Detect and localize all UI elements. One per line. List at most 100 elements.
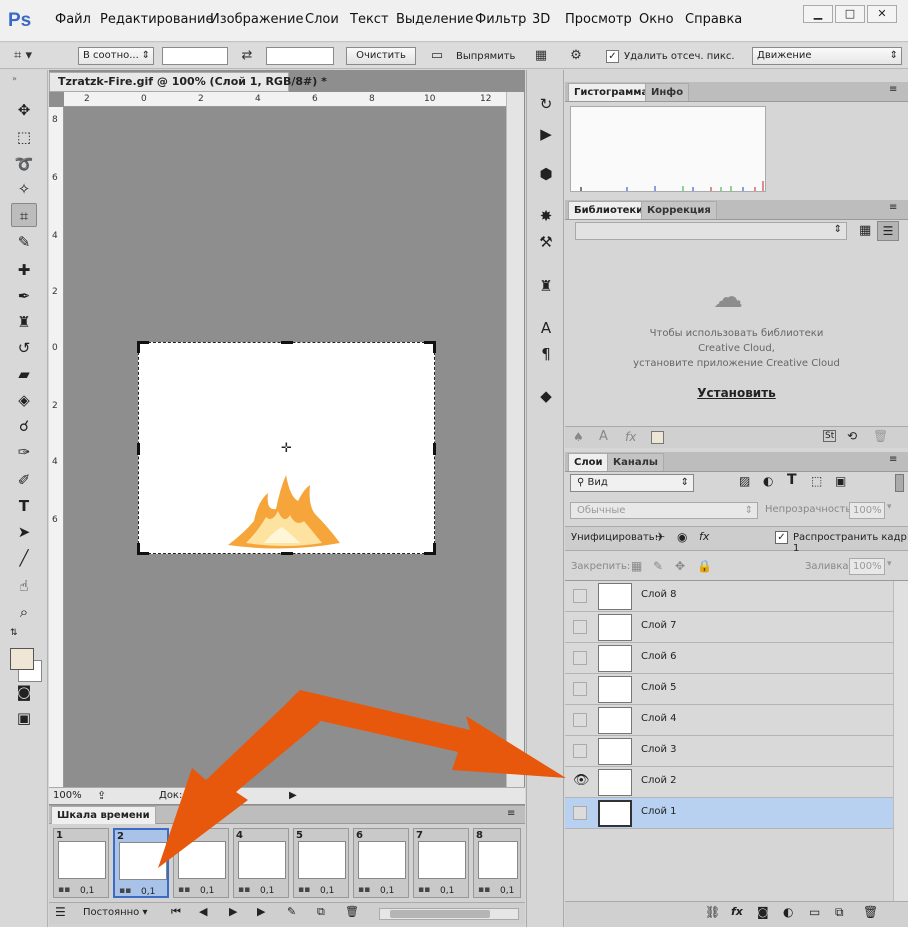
close-button[interactable]: ✕	[867, 5, 897, 23]
layer-name[interactable]: Слой 6	[641, 651, 677, 662]
add-graphic-icon[interactable]: ♠	[573, 430, 584, 444]
sync-icon[interactable]: ⟲	[847, 429, 857, 443]
crop-tool-preset-icon[interactable]: ⌗ ▾	[8, 47, 38, 65]
menu-help[interactable]: Справка	[685, 12, 742, 27]
gear-icon[interactable]: ⚙	[565, 47, 587, 65]
menu-edit[interactable]: Редактирование	[100, 12, 213, 27]
frame-duration[interactable]: 0,1	[500, 886, 514, 896]
minimize-button[interactable]: ▁	[803, 5, 833, 23]
timeline-frame[interactable]: 6 ▪▪ 0,1	[353, 828, 409, 898]
new-layer-icon[interactable]: ⧉	[835, 905, 844, 920]
frame-duration[interactable]: 0,1	[320, 886, 334, 896]
lock-transparency-icon[interactable]: ▦	[631, 559, 642, 573]
previous-frame-icon[interactable]: ◀	[199, 905, 207, 918]
propagate-checkbox[interactable]: ✓	[775, 531, 788, 544]
history-brush-tool-icon[interactable]: ↺	[11, 336, 37, 360]
foreground-color-swatch[interactable]	[10, 648, 34, 670]
layer-name[interactable]: Слой 2	[641, 775, 677, 786]
eyedropper-tool-icon[interactable]: ✎	[11, 230, 37, 254]
play-icon[interactable]: ▶	[229, 905, 237, 918]
layer-row[interactable]: Слой 3	[565, 736, 893, 767]
crop-handle[interactable]	[137, 543, 149, 555]
layer-row[interactable]: Слой 7	[565, 612, 893, 643]
timeline-scrollbar[interactable]	[379, 908, 519, 920]
paint-bucket-tool-icon[interactable]: ◈	[11, 388, 37, 412]
layers-scrollbar[interactable]	[893, 581, 908, 901]
new-group-icon[interactable]: ▭	[809, 905, 820, 919]
pen-tool-icon[interactable]: ✐	[11, 468, 37, 492]
document-tab[interactable]: Tzratzk-Fire.gif @ 100% (Слой 1, RGB/8#)…	[49, 72, 327, 92]
layer-name[interactable]: Слой 1	[641, 806, 677, 817]
trash-icon[interactable]: 🗑	[345, 905, 359, 918]
tab-histogram[interactable]: Гистограмма	[568, 83, 655, 101]
frame-disposal-icon[interactable]: ▪▪	[58, 885, 70, 895]
menu-view[interactable]: Просмотр	[565, 12, 632, 27]
add-text-icon[interactable]: A	[599, 429, 608, 444]
lasso-tool-icon[interactable]: ➰	[11, 152, 37, 176]
history-icon[interactable]: ↻	[532, 92, 560, 116]
frame-disposal-icon[interactable]: ▪▪	[478, 885, 490, 895]
swap-colors-icon[interactable]: ⇅	[10, 628, 18, 638]
clone-source-icon[interactable]: ♜	[532, 274, 560, 298]
cube-icon[interactable]: ◆	[532, 384, 560, 408]
layer-row[interactable]: Слой 4	[565, 705, 893, 736]
crop-handle[interactable]	[424, 543, 436, 555]
dodge-tool-icon[interactable]: ☌	[11, 414, 37, 438]
magic-wand-tool-icon[interactable]: ✧	[11, 177, 37, 201]
loop-select[interactable]: Постоянно ▾	[83, 907, 148, 918]
actions-play-icon[interactable]: ▶	[532, 122, 560, 146]
straighten-icon[interactable]: ▭	[426, 47, 448, 65]
layer-row[interactable]: Слой 8	[565, 581, 893, 612]
panel-menu-icon[interactable]: ≡	[507, 808, 515, 819]
panel-grip-icon[interactable]: »	[12, 74, 17, 83]
type-tool-icon[interactable]: T	[11, 494, 37, 518]
trash-icon[interactable]: 🗑	[863, 905, 878, 919]
layer-style-icon[interactable]: fx	[731, 905, 743, 918]
trash-icon[interactable]: 🗑	[873, 429, 888, 443]
image-canvas[interactable]: ✛	[137, 341, 436, 555]
timeline-frame[interactable]: 2 ▪▪ 0,1	[113, 828, 169, 898]
play-arrow-icon[interactable]: ▶	[289, 788, 297, 803]
crop-handle[interactable]	[137, 341, 149, 353]
opacity-input[interactable]: 100%	[849, 502, 885, 519]
layer-filter-select[interactable]: ⚲ Вид ⇕	[570, 474, 694, 492]
marquee-tool-icon[interactable]: ⬚	[11, 125, 37, 149]
menu-image[interactable]: Изображение	[210, 12, 303, 27]
frame-disposal-icon[interactable]: ▪▪	[119, 886, 131, 896]
layer-name[interactable]: Слой 4	[641, 713, 677, 724]
screen-mode-icon[interactable]: ▣	[11, 706, 37, 730]
layer-visibility-toggle[interactable]	[573, 806, 587, 820]
unify-style-icon[interactable]: fx	[699, 530, 709, 543]
layer-name[interactable]: Слой 7	[641, 620, 677, 631]
paragraph-icon[interactable]: ¶	[532, 342, 560, 366]
menu-3d[interactable]: 3D	[532, 12, 550, 27]
duplicate-frame-icon[interactable]: ⧉	[317, 905, 325, 919]
swap-icon[interactable]: ⇄	[236, 47, 258, 65]
list-view-icon[interactable]: ☰	[877, 221, 899, 241]
healing-brush-tool-icon[interactable]: ✚	[11, 258, 37, 282]
frame-duration[interactable]: 0,1	[80, 886, 94, 896]
eye-icon[interactable]: 👁	[573, 774, 590, 789]
filter-toggle[interactable]	[895, 474, 904, 492]
layer-name[interactable]: Слой 5	[641, 682, 677, 693]
layer-row[interactable]: Слой 6	[565, 643, 893, 674]
3d-icon[interactable]: ⬢	[532, 162, 560, 186]
eraser-tool-icon[interactable]: ▰	[11, 362, 37, 386]
grid-overlay-icon[interactable]: ▦	[530, 47, 552, 65]
crop-handle[interactable]	[281, 341, 293, 344]
layer-name[interactable]: Слой 3	[641, 744, 677, 755]
frame-duration[interactable]: 0,1	[141, 887, 155, 897]
layer-visibility-toggle[interactable]	[573, 589, 587, 603]
crop-handle[interactable]	[424, 341, 436, 353]
menu-file[interactable]: Файл	[55, 12, 91, 27]
lock-pixels-icon[interactable]: ✎	[653, 559, 663, 573]
brush-settings-icon[interactable]: ⚒	[532, 230, 560, 254]
add-mask-icon[interactable]: ◙	[757, 905, 769, 919]
canvas-viewport[interactable]: ✛	[64, 107, 506, 787]
unify-visibility-icon[interactable]: ◉	[677, 530, 687, 544]
panel-menu-icon[interactable]: ≡	[889, 84, 897, 95]
ratio-select[interactable]: В соотно... ⇕	[78, 47, 154, 65]
panel-menu-icon[interactable]: ≡	[889, 202, 897, 213]
filter-type-icon[interactable]: T	[787, 472, 797, 488]
layer-visibility-toggle[interactable]	[573, 620, 587, 634]
